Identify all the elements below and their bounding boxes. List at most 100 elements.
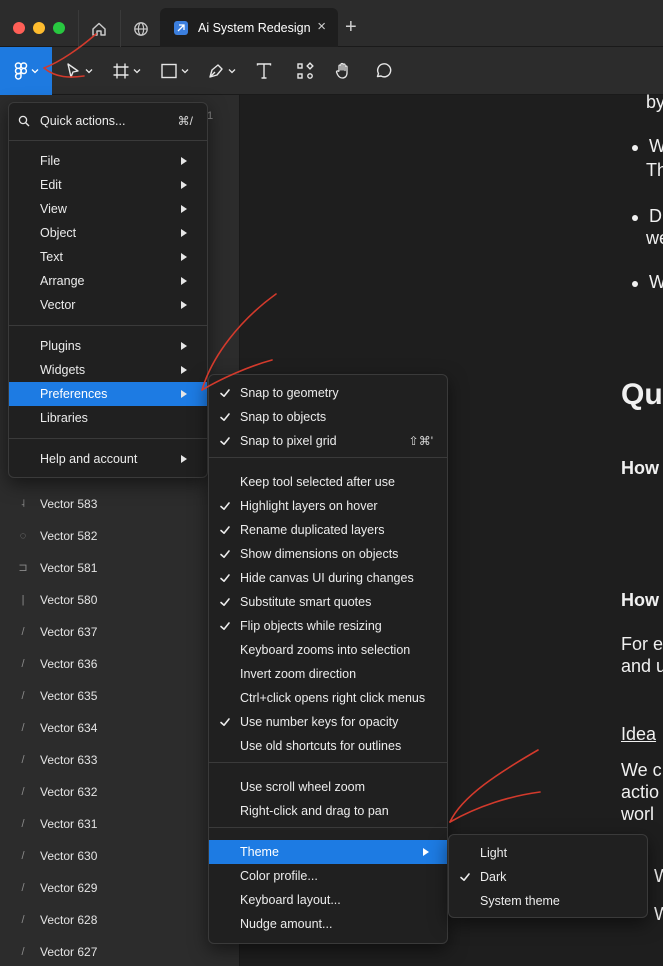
menu-item-view[interactable]: View [9, 197, 207, 221]
theme-item-light[interactable]: Light [449, 841, 647, 865]
close-window-button[interactable] [13, 22, 25, 34]
new-tab-button[interactable]: + [345, 16, 357, 38]
layer-row[interactable]: ˨ Vector 583 [0, 488, 240, 520]
pref-item-highlight-layers-on-hover[interactable]: Highlight layers on hover [209, 494, 447, 518]
doc-text-fragment: We c [621, 760, 662, 780]
pref-item-use-old-shortcuts-for-outlines[interactable]: Use old shortcuts for outlines [209, 734, 447, 758]
pref-item-label: Snap to geometry [240, 386, 339, 400]
hand-tool[interactable] [334, 57, 352, 85]
pref-item-show-dimensions-on-objects[interactable]: Show dimensions on objects [209, 542, 447, 566]
pref-item-right-click-and-drag-to-pan[interactable]: Right-click and drag to pan [209, 799, 447, 823]
layer-row[interactable]: ◌ Vector 582 [0, 520, 240, 552]
menu-item-plugins[interactable]: Plugins [9, 334, 207, 358]
pref-item-label: Invert zoom direction [240, 667, 357, 681]
checkmark-icon [219, 411, 231, 423]
pref-item-theme[interactable]: Theme [209, 840, 447, 864]
menu-item-preferences[interactable]: Preferences [9, 382, 207, 406]
pref-item-flip-objects-while-resizing[interactable]: Flip objects while resizing [209, 614, 447, 638]
menu-item-vector[interactable]: Vector [9, 293, 207, 317]
pref-item-keyboard-layout[interactable]: Keyboard layout... [209, 888, 447, 912]
main-menu-button[interactable] [0, 47, 52, 95]
theme-item-label: Light [480, 846, 508, 860]
pref-item-color-profile[interactable]: Color profile... [209, 864, 447, 888]
community-tab[interactable] [120, 10, 160, 47]
layer-row[interactable]: / Vector 629 [0, 872, 240, 904]
menu-item-widgets[interactable]: Widgets [9, 358, 207, 382]
frame-tool[interactable] [112, 57, 141, 85]
layer-row[interactable]: / Vector 634 [0, 712, 240, 744]
menu-item-file[interactable]: File [9, 149, 207, 173]
pref-item-snap-to-pixel-grid[interactable]: Snap to pixel grid ⇧⌘' [209, 429, 447, 453]
pref-item-nudge-amount[interactable]: Nudge amount... [209, 912, 447, 936]
text-tool[interactable] [255, 57, 273, 85]
pref-item-keyboard-zooms-into-selection[interactable]: Keyboard zooms into selection [209, 638, 447, 662]
menu-item-libraries[interactable]: Libraries [9, 406, 207, 430]
layer-row[interactable]: / Vector 627 [0, 936, 240, 966]
layer-row[interactable]: ⊐ Vector 581 [0, 552, 240, 584]
home-tab[interactable] [78, 10, 118, 47]
menu-item-label: File [40, 154, 61, 168]
pref-item-keep-tool-selected-after-use[interactable]: Keep tool selected after use [209, 470, 447, 494]
menu-item-object[interactable]: Object [9, 221, 207, 245]
layer-row[interactable]: / Vector 630 [0, 840, 240, 872]
pref-item-ctrl-click-opens-right-click-menus[interactable]: Ctrl+click opens right click menus [209, 686, 447, 710]
close-tab-button[interactable]: × [317, 19, 326, 35]
pref-item-snap-to-objects[interactable]: Snap to objects [209, 405, 447, 429]
theme-item-system-theme[interactable]: System theme [449, 889, 647, 913]
menu-item-text[interactable]: Text [9, 245, 207, 269]
menu-separator [9, 438, 207, 439]
submenu-arrow-icon [181, 390, 187, 398]
minimize-window-button[interactable] [33, 22, 45, 34]
theme-item-dark[interactable]: Dark [449, 865, 647, 889]
menu-item-label: Preferences [40, 387, 108, 401]
quick-actions-item[interactable]: Quick actions... ⌘/ [9, 109, 207, 133]
pref-item-substitute-smart-quotes[interactable]: Substitute smart quotes [209, 590, 447, 614]
layer-row[interactable]: / Vector 631 [0, 808, 240, 840]
menu-item-label: Libraries [40, 411, 88, 425]
layer-row[interactable]: / Vector 633 [0, 744, 240, 776]
layer-row[interactable]: | Vector 580 [0, 584, 240, 616]
file-tab[interactable]: Ai System Redesign × [160, 8, 338, 47]
submenu-arrow-icon [181, 277, 187, 285]
layer-row[interactable]: / Vector 628 [0, 904, 240, 936]
doc-text-fragment: For e [621, 634, 663, 654]
checkmark-icon [219, 500, 231, 512]
pref-item-hide-canvas-ui-during-changes[interactable]: Hide canvas UI during changes [209, 566, 447, 590]
pref-item-rename-duplicated-layers[interactable]: Rename duplicated layers [209, 518, 447, 542]
comment-tool[interactable] [374, 57, 392, 85]
pref-item-label: Use old shortcuts for outlines [240, 739, 402, 753]
chevron-down-icon [31, 69, 38, 74]
doc-text-fragment: Th [646, 160, 663, 180]
layer-row[interactable]: / Vector 636 [0, 648, 240, 680]
layer-row[interactable]: / Vector 635 [0, 680, 240, 712]
vector-icon: / [21, 914, 25, 926]
shape-tool[interactable] [160, 57, 189, 85]
move-tool[interactable] [64, 57, 93, 85]
checkmark-icon [219, 596, 231, 608]
pref-item-use-number-keys-for-opacity[interactable]: Use number keys for opacity [209, 710, 447, 734]
pen-icon [209, 64, 223, 78]
menu-item-help-and-account[interactable]: Help and account [9, 447, 207, 471]
menu-item-arrange[interactable]: Arrange [9, 269, 207, 293]
hand-icon [335, 62, 348, 79]
pref-item-label: Flip objects while resizing [240, 619, 382, 633]
pref-item-label: Show dimensions on objects [240, 547, 399, 561]
submenu-arrow-icon [181, 253, 187, 261]
menu-separator [209, 762, 447, 763]
layer-row[interactable]: / Vector 637 [0, 616, 240, 648]
maximize-window-button[interactable] [53, 22, 65, 34]
pref-item-invert-zoom-direction[interactable]: Invert zoom direction [209, 662, 447, 686]
pref-item-label: Snap to objects [240, 410, 327, 424]
menu-item-edit[interactable]: Edit [9, 173, 207, 197]
resources-tool[interactable] [296, 57, 314, 85]
doc-text-fragment: worl [621, 804, 655, 824]
menu-item-label: View [40, 202, 67, 216]
vector-icon: / [21, 626, 25, 638]
pref-item-use-scroll-wheel-zoom[interactable]: Use scroll wheel zoom [209, 775, 447, 799]
pen-tool[interactable] [207, 57, 236, 85]
components-icon [297, 62, 314, 79]
layer-label: Vector 633 [40, 753, 98, 767]
pref-item-snap-to-geometry[interactable]: Snap to geometry [209, 381, 447, 405]
layer-row[interactable]: / Vector 632 [0, 776, 240, 808]
menu-item-label: Object [40, 226, 77, 240]
